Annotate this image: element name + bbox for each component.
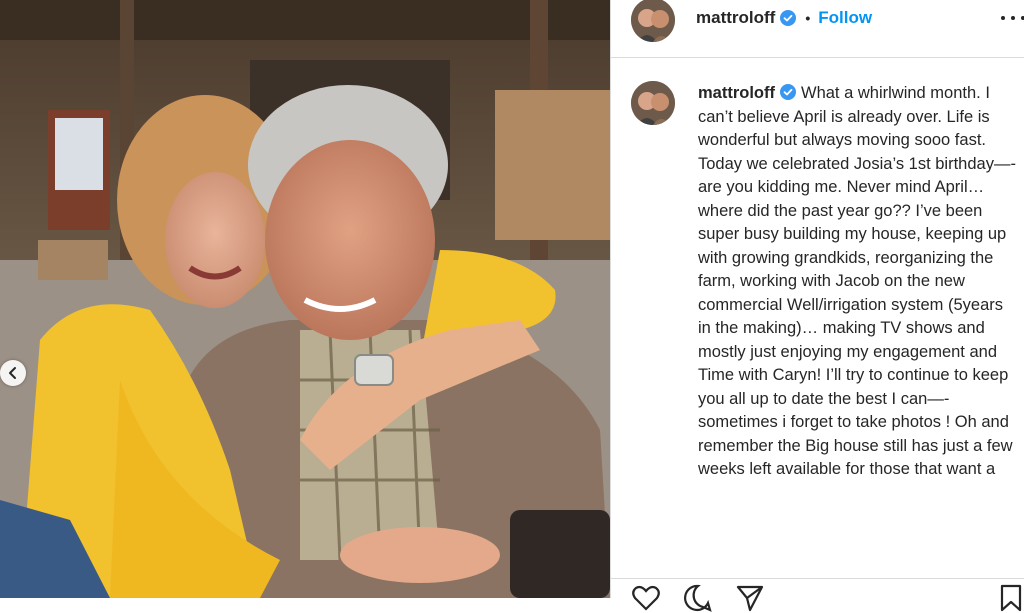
post-header: mattroloff • Follow — [611, 0, 1024, 58]
verified-badge-icon — [780, 84, 796, 100]
caption-avatar[interactable] — [631, 81, 675, 125]
more-dot — [1001, 16, 1005, 20]
post-sidebar: mattroloff • Follow mattroloff What a wh… — [610, 0, 1024, 612]
follow-button[interactable]: Follow — [818, 8, 872, 28]
avatar-image — [631, 81, 675, 125]
bookmark-icon[interactable] — [996, 583, 1024, 613]
avatar-image — [631, 0, 675, 42]
more-options-icon[interactable] — [1001, 10, 1024, 26]
share-icon[interactable] — [735, 583, 765, 613]
avatar[interactable] — [631, 0, 675, 42]
verified-badge-icon — [780, 10, 797, 26]
post-photo — [0, 0, 610, 598]
post-caption: mattroloff What a whirlwind month. I can’… — [698, 82, 1020, 482]
caption-text: What a whirlwind month. I can’t believe … — [698, 84, 1016, 478]
caption-area: mattroloff What a whirlwind month. I can’… — [611, 58, 1024, 564]
comment-icon[interactable] — [683, 583, 713, 613]
heart-icon[interactable] — [631, 583, 661, 613]
more-dot — [1011, 16, 1015, 20]
couple-photo — [0, 0, 610, 598]
post-actions — [611, 578, 1024, 612]
chevron-left-icon — [9, 367, 16, 379]
carousel-prev-button[interactable] — [0, 360, 26, 386]
separator-dot: • — [805, 10, 811, 26]
caption-username-link[interactable]: mattroloff — [698, 84, 775, 102]
username-link[interactable]: mattroloff — [696, 8, 775, 28]
post-header-user: mattroloff • Follow — [696, 8, 872, 28]
